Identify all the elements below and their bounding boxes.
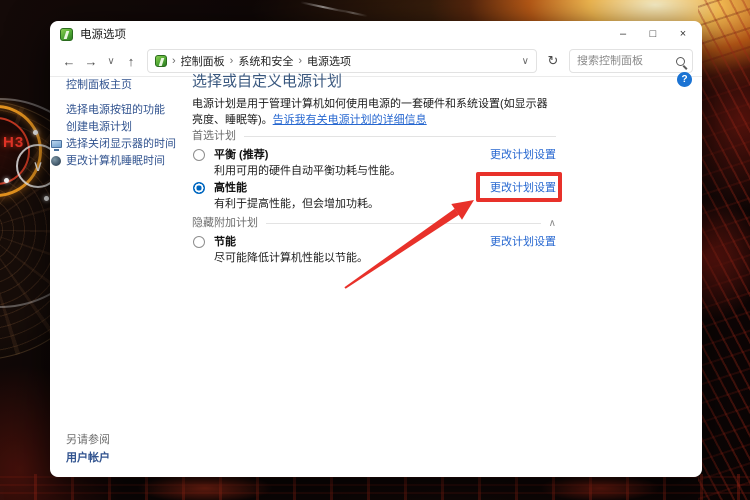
breadcrumb-separator: › [298,55,303,67]
see-also-heading: 另请参阅 [66,434,110,446]
sidebar-item-create-plan[interactable]: 创建电源计划 [66,121,190,136]
power-options-window: 电源选项 – □ × ← → ∨ ↑ › 控制面板 › 系统和安全 › 电源选项… [50,21,702,477]
maximize-button[interactable]: □ [638,21,668,47]
breadcrumb-power-options[interactable]: 电源选项 [307,53,351,69]
back-button[interactable]: ← [59,50,79,72]
sidebar-item-display-off-time[interactable]: 选择关闭显示器的时间 [51,138,190,153]
gauge-h3-label: H3 [3,134,25,151]
section-title: 隐藏附加计划 [192,217,258,229]
address-bar[interactable]: › 控制面板 › 系统和安全 › 电源选项 ∨ [147,49,537,73]
gauge-dot [33,130,38,135]
close-button[interactable]: × [668,21,698,47]
plan-description: 利用可用的硬件自动平衡功耗与性能。 [214,165,401,177]
window-controls: – □ × [608,21,698,47]
section-title: 首选计划 [192,130,236,142]
sleep-moon-icon [51,156,61,166]
navigation-toolbar: ← → ∨ ↑ › 控制面板 › 系统和安全 › 电源选项 ∨ ↻ [50,47,702,75]
sidebar-item-power-buttons[interactable]: 选择电源按钮的功能 [66,104,190,119]
sidebar-item-control-panel-home[interactable]: 控制面板主页 [66,79,190,92]
plan-description: 有利于提高性能，但会增加功耗。 [214,198,379,210]
gauge-dot [44,196,49,201]
main-content: 选择或自定义电源计划 电源计划是用于管理计算机如何使用电源的一套硬件和系统设置(… [192,74,556,268]
see-also-section: 另请参阅 用户帐户 [66,434,110,465]
address-dropdown-icon[interactable]: ∨ [522,56,529,67]
gauge-dot [4,178,9,183]
monitor-icon [51,140,62,151]
breadcrumb-system-security[interactable]: 系统和安全 [238,53,293,69]
forward-button[interactable]: → [81,50,101,72]
circuit-texture [698,0,750,500]
change-plan-settings-link-high-performance[interactable]: 更改计划设置 [490,181,556,195]
sidebar-item-user-accounts[interactable]: 用户帐户 [66,452,110,465]
breadcrumb-power-icon [155,55,167,67]
sidebar-item-sleep-time[interactable]: 更改计算机睡眠时间 [51,155,190,170]
power-options-icon [60,27,73,41]
breadcrumb-separator: › [229,55,234,67]
plan-description: 尽可能降低计算机性能以节能。 [214,252,368,264]
section-hidden-plans: 隐藏附加计划 ∧ [192,217,556,230]
breadcrumb-control-panel[interactable]: 控制面板 [181,53,225,69]
radio-power-saver[interactable] [193,236,205,248]
radio-balanced[interactable] [193,149,205,161]
sidebar-item-label: 更改计算机睡眠时间 [66,155,165,167]
plan-row-balanced: 平衡 (推荐) 利用可用的硬件自动平衡功耗与性能。 更改计划设置 [192,148,556,178]
radio-high-performance[interactable] [193,182,205,194]
sidebar-item-label: 创建电源计划 [66,121,132,133]
sidebar: 控制面板主页 选择电源按钮的功能 创建电源计划 选择关闭显示器的时间 更改计算机… [51,79,190,172]
intro-text: 电源计划是用于管理计算机如何使用电源的一套硬件和系统设置(如显示器亮度、睡眠等)… [192,96,556,128]
change-plan-settings-link-balanced[interactable]: 更改计划设置 [490,148,556,162]
up-button[interactable]: ↑ [121,50,141,72]
window-title: 电源选项 [80,29,126,41]
titlebar: 电源选项 – □ × [50,21,702,47]
page-title: 选择或自定义电源计划 [192,73,343,90]
change-plan-settings-link-power-saver[interactable]: 更改计划设置 [490,235,556,249]
section-divider-line [244,136,556,137]
section-preferred-plans: 首选计划 [192,130,556,143]
refresh-button[interactable]: ↻ [543,50,563,72]
learn-more-link[interactable]: 告诉我有关电源计划的详细信息 [273,114,427,126]
minimize-button[interactable]: – [608,21,638,47]
section-divider-line [266,223,541,224]
search-input[interactable] [577,55,676,67]
help-button[interactable]: ? [677,72,692,87]
recent-pages-dropdown-icon[interactable]: ∨ [103,50,119,72]
search-icon [676,56,685,66]
plan-row-power-saver: 节能 尽可能降低计算机性能以节能。 更改计划设置 [192,235,556,265]
collapse-chevron-icon[interactable]: ∧ [549,217,556,230]
breadcrumb-separator: › [172,55,176,67]
plan-row-high-performance: 高性能 有利于提高性能，但会增加功耗。 更改计划设置 [192,181,556,211]
sidebar-item-label: 选择电源按钮的功能 [66,104,165,116]
bottom-circuit-texture [0,474,750,500]
gauge-check-glyph: ∨ [32,158,44,175]
search-box[interactable] [569,49,693,73]
sidebar-item-label: 选择关闭显示器的时间 [66,138,176,150]
